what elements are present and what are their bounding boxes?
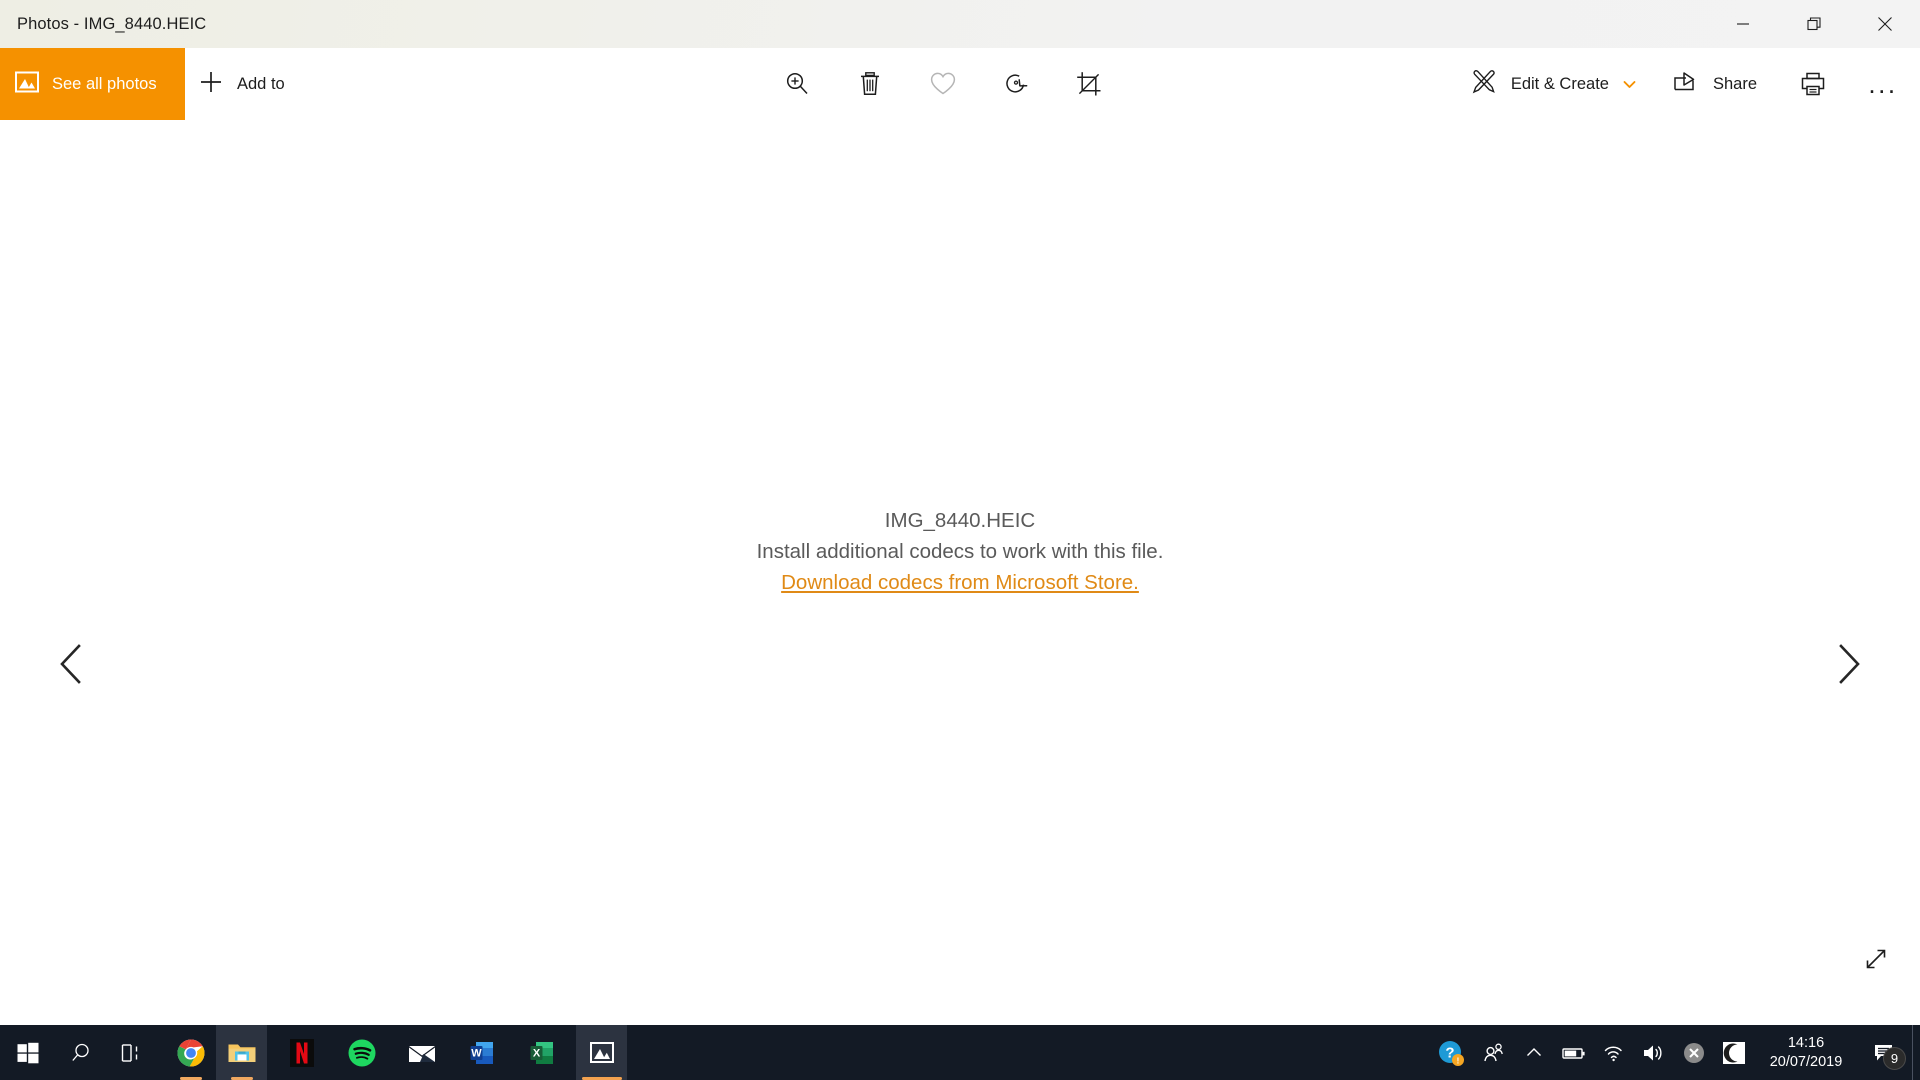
people-icon[interactable] [1474,1025,1514,1080]
codec-message-text: Install additional codecs to work with t… [756,540,1164,563]
add-to-button[interactable]: Add to [198,48,285,120]
see-all-photos-button[interactable]: See all photos [0,48,185,120]
next-photo-button[interactable] [1816,633,1878,695]
title-bar: Photos - IMG_8440.HEIC [0,0,1920,48]
clock-date: 20/07/2019 [1769,1053,1843,1070]
taskbar-app-netflix[interactable] [276,1025,327,1080]
window-controls [1707,0,1920,48]
edit-create-icon [1469,67,1499,102]
edit-and-create-button[interactable]: Edit & Create [1469,67,1637,102]
minimize-button[interactable] [1707,0,1778,48]
battery-icon[interactable] [1554,1025,1594,1080]
volume-icon[interactable] [1634,1025,1674,1080]
heart-icon[interactable] [921,62,965,106]
command-bar: See all photos Add to Edit & Create Shar… [0,48,1920,120]
codec-message-block: IMG_8440.HEIC Install additional codecs … [0,505,1920,598]
clock-time: 14:16 [1787,1034,1825,1051]
show-desktop-button[interactable] [1912,1025,1920,1080]
image-viewer-area: IMG_8440.HEIC Install additional codecs … [0,120,1920,1025]
svg-text:!: ! [1457,1056,1460,1065]
viewer-filename: IMG_8440.HEIC [884,509,1036,532]
center-tools-group [775,48,1111,120]
taskbar-app-mail[interactable] [396,1025,447,1080]
show-hidden-icons-icon[interactable] [1514,1025,1554,1080]
taskbar-app-word[interactable]: W [456,1025,507,1080]
download-codecs-link[interactable]: Download codecs from Microsoft Store. [781,567,1139,598]
search-icon[interactable] [56,1025,106,1080]
taskbar-app-chrome[interactable] [165,1025,216,1080]
chevron-down-icon [1622,77,1637,92]
error-icon[interactable] [1674,1025,1714,1080]
crop-icon[interactable] [1067,62,1111,106]
task-view-icon[interactable] [106,1025,156,1080]
help-icon[interactable]: ? ! [1428,1025,1474,1080]
close-button[interactable] [1849,0,1920,48]
svg-text:W: W [471,1047,482,1059]
plus-icon [198,69,224,100]
system-tray: ? ! 14:16 20/07/2019 9 [1428,1025,1920,1080]
right-tools-group: Edit & Create Share ... [1469,48,1903,120]
see-all-photos-label: See all photos [52,74,157,93]
photos-app-window: Photos - IMG_8440.HEIC See all photos Ad… [0,0,1920,1025]
share-icon [1671,67,1701,102]
previous-photo-button[interactable] [42,633,104,695]
svg-text:X: X [532,1047,540,1059]
notification-count-badge: 9 [1883,1047,1906,1070]
fullscreen-expand-icon[interactable] [1852,935,1900,983]
restore-button[interactable] [1778,0,1849,48]
rotate-icon[interactable] [994,62,1038,106]
taskbar-app-explorer[interactable] [216,1025,267,1080]
clock[interactable]: 14:16 20/07/2019 [1754,1025,1858,1080]
taskbar: W X ? ! 14:16 20/07/2019 9 [0,1025,1920,1080]
notifications-icon[interactable]: 9 [1858,1025,1912,1080]
wifi-icon[interactable] [1594,1025,1634,1080]
edit-and-create-label: Edit & Create [1510,74,1609,93]
window-title: Photos - IMG_8440.HEIC [17,14,207,33]
taskbar-app-excel[interactable]: X [516,1025,567,1080]
windows-start-icon[interactable] [0,1025,56,1080]
taskbar-app-photos[interactable] [576,1025,627,1080]
delete-icon[interactable] [848,62,892,106]
share-button[interactable]: Share [1671,67,1757,102]
printer-icon[interactable] [1793,62,1833,106]
add-to-label: Add to [237,74,285,93]
more-options-icon[interactable]: ... [1863,62,1903,106]
share-label: Share [1712,74,1757,93]
night-light-icon[interactable] [1714,1025,1754,1080]
more-options-label: ... [1868,69,1898,99]
photos-collection-icon [14,69,40,100]
zoom-in-icon[interactable] [775,62,819,106]
taskbar-app-spotify[interactable] [336,1025,387,1080]
